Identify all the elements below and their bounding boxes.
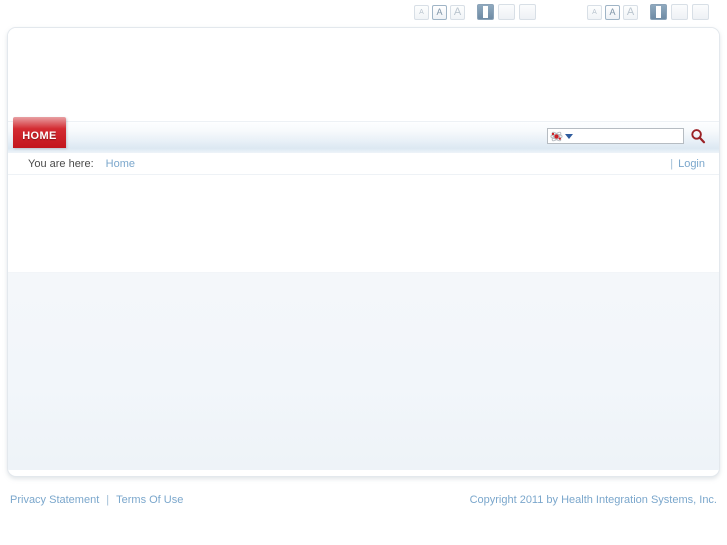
footer-link-privacy-statement[interactable]: Privacy Statement bbox=[10, 494, 99, 506]
layout-width-wide-button[interactable] bbox=[498, 4, 515, 20]
footer-copyright: Copyright 2011 by Health Integration Sys… bbox=[469, 494, 717, 506]
text-size-large-button-alt[interactable]: A bbox=[623, 4, 638, 20]
layout-width-wide-button-alt[interactable] bbox=[671, 4, 688, 20]
layout-width-full-button-alt[interactable] bbox=[692, 4, 709, 20]
display-controls-right: A A A bbox=[587, 3, 713, 21]
breadcrumb-separator: | bbox=[670, 157, 674, 170]
page-container: HOME You are here: Home | Login bbox=[7, 27, 720, 477]
control-spacer bbox=[641, 12, 650, 13]
login-link[interactable]: Login bbox=[678, 158, 705, 170]
page-footer: Privacy Statement | Terms Of Use Copyrig… bbox=[0, 489, 727, 511]
top-control-bar: A A A A A A bbox=[0, 0, 727, 24]
text-size-small-button-alt[interactable]: A bbox=[587, 4, 602, 20]
text-size-medium-button-alt[interactable]: A bbox=[605, 4, 620, 20]
chevron-down-icon[interactable] bbox=[565, 133, 573, 139]
content-pane-secondary bbox=[8, 273, 719, 470]
breadcrumb-right-actions: | Login bbox=[670, 158, 705, 170]
breadcrumb-item-home[interactable]: Home bbox=[106, 158, 135, 170]
breadcrumb: You are here: Home | Login bbox=[8, 153, 719, 175]
layout-width-full-button[interactable] bbox=[519, 4, 536, 20]
nav-tab-home[interactable]: HOME bbox=[13, 117, 66, 148]
search-submit-button[interactable] bbox=[687, 127, 709, 145]
text-size-large-button[interactable]: A bbox=[450, 4, 465, 20]
display-controls-left: A A A bbox=[414, 3, 540, 21]
search-input[interactable] bbox=[576, 129, 683, 143]
content-pane-primary bbox=[8, 175, 719, 273]
text-size-medium-button[interactable]: A bbox=[432, 4, 447, 20]
control-spacer bbox=[468, 12, 477, 13]
site-header-banner bbox=[8, 28, 719, 121]
breadcrumb-label: You are here: bbox=[28, 157, 94, 170]
footer-separator: | bbox=[106, 494, 110, 506]
magnifier-icon bbox=[691, 129, 706, 144]
search-area bbox=[547, 127, 709, 145]
text-size-small-button[interactable]: A bbox=[414, 4, 429, 20]
main-navigation-bar: HOME bbox=[8, 117, 719, 153]
nav-tab-home-label: HOME bbox=[22, 130, 57, 142]
layout-width-fixed-button[interactable] bbox=[477, 4, 494, 20]
search-box[interactable] bbox=[547, 128, 684, 144]
layout-width-fixed-button-alt[interactable] bbox=[650, 4, 667, 20]
site-search-icon[interactable] bbox=[550, 130, 563, 143]
footer-link-terms-of-use[interactable]: Terms Of Use bbox=[116, 494, 183, 506]
